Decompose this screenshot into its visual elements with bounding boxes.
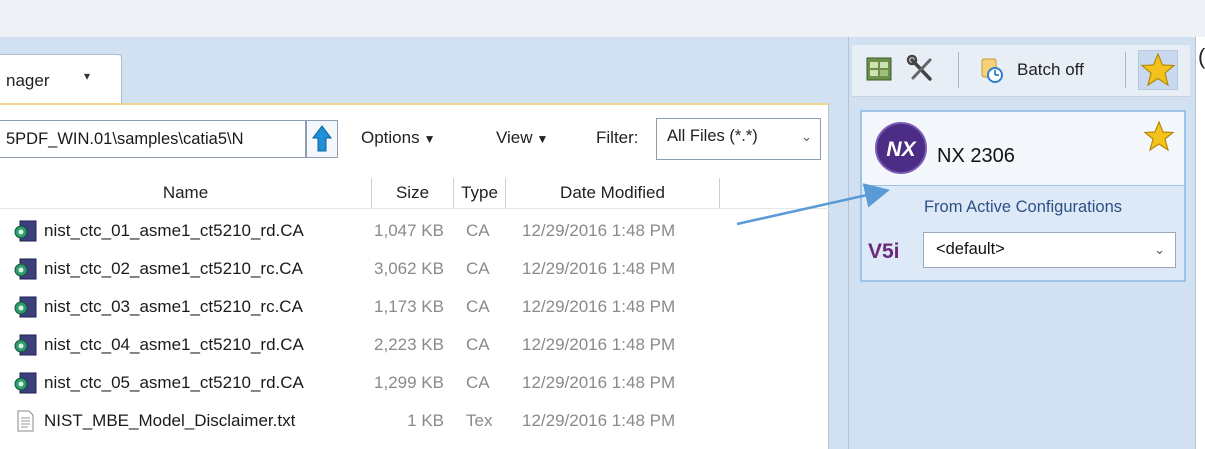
tools-icon[interactable] xyxy=(906,53,936,85)
tab-file-manager[interactable]: nager ▾ xyxy=(0,54,122,104)
file-type: CA xyxy=(466,259,490,278)
file-type: Tex xyxy=(466,411,493,430)
up-arrow-icon xyxy=(312,125,332,152)
card-title: NX 2306 xyxy=(937,145,1015,167)
file-date: 12/29/2016 1:48 PM xyxy=(522,221,676,240)
filter-label: Filter: xyxy=(596,128,639,147)
batch-toggle-label[interactable]: Batch off xyxy=(1017,60,1084,80)
edge-glyph: ( xyxy=(1198,44,1205,69)
catia-file-icon xyxy=(14,372,37,394)
file-type: CA xyxy=(466,297,490,316)
file-name: nist_ctc_01_asme1_ct5210_rd.CA xyxy=(44,221,304,240)
column-header-size[interactable]: Size xyxy=(372,178,454,208)
view-label: View xyxy=(496,128,533,147)
file-size: 2,223 KB xyxy=(374,335,444,354)
file-row[interactable]: nist_ctc_03_asme1_ct5210_rc.CA 1,173 KB CA… xyxy=(0,289,829,327)
column-header-date[interactable]: Date Modified xyxy=(506,178,720,208)
chevron-down-icon: ▼ xyxy=(536,132,549,146)
chevron-down-icon: ▼ xyxy=(423,132,436,146)
file-size: 1 KB xyxy=(407,411,444,430)
file-size: 1,047 KB xyxy=(374,221,444,240)
file-size: 3,062 KB xyxy=(374,259,444,278)
catia-file-icon xyxy=(14,220,37,242)
view-menu[interactable]: View ▼ xyxy=(496,128,548,148)
spreadsheet-icon[interactable] xyxy=(864,53,894,85)
file-date: 12/29/2016 1:48 PM xyxy=(522,411,676,430)
configuration-select[interactable]: <default> ⌄ xyxy=(923,232,1176,268)
file-row[interactable]: nist_ctc_04_asme1_ct5210_rd.CA 2,223 KB CA… xyxy=(0,327,829,365)
star-icon xyxy=(1140,52,1176,87)
file-date: 12/29/2016 1:48 PM xyxy=(522,297,676,316)
up-folder-button[interactable] xyxy=(306,120,338,158)
file-type: CA xyxy=(466,335,490,354)
file-type: CA xyxy=(466,221,490,240)
chevron-down-icon: ⌄ xyxy=(801,129,812,144)
file-name: nist_ctc_02_asme1_ct5210_rc.CA xyxy=(44,259,303,278)
chevron-down-icon: ⌄ xyxy=(1154,242,1165,257)
filter-value: All Files (*.*) xyxy=(667,127,758,145)
favorites-button[interactable] xyxy=(1138,50,1178,90)
filter-select[interactable]: All Files (*.*) ⌄ xyxy=(656,118,821,160)
path-input[interactable]: 5PDF_WIN.01\samples\catia5\N xyxy=(0,120,306,158)
file-date: 12/29/2016 1:48 PM xyxy=(522,335,676,354)
options-label: Options xyxy=(361,128,420,147)
card-subtitle: From Active Configurations xyxy=(923,198,1123,216)
nx-logo-text: NX xyxy=(886,138,917,161)
file-date: 12/29/2016 1:48 PM xyxy=(522,373,676,392)
file-name: nist_ctc_05_asme1_ct5210_rd.CA xyxy=(44,373,304,392)
v5i-badge: V5i xyxy=(868,240,900,263)
catia-file-icon xyxy=(14,258,37,280)
text-file-icon xyxy=(17,410,34,432)
file-row[interactable]: nist_ctc_02_asme1_ct5210_rc.CA 3,062 KB CA… xyxy=(0,251,829,289)
catia-file-icon xyxy=(14,296,37,318)
file-size: 1,173 KB xyxy=(374,297,444,316)
file-name: nist_ctc_03_asme1_ct5210_rc.CA xyxy=(44,297,303,316)
column-header-name[interactable]: Name xyxy=(0,178,372,208)
toolbar-separator xyxy=(1125,52,1126,88)
favorite-star-icon[interactable] xyxy=(1143,120,1175,152)
panel-edge xyxy=(1195,37,1205,449)
catia-file-icon xyxy=(14,334,37,356)
batch-icon[interactable] xyxy=(976,53,1006,85)
file-row[interactable]: NIST_MBE_Model_Disclaimer.txt 1 KB Tex 12/2… xyxy=(0,403,829,441)
column-header-type[interactable]: Type xyxy=(454,178,506,208)
tab-label: nager xyxy=(6,71,50,90)
file-type: CA xyxy=(466,373,490,392)
file-row[interactable]: nist_ctc_05_asme1_ct5210_rd.CA 1,299 KB CA… xyxy=(0,365,829,403)
chevron-down-icon[interactable]: ▾ xyxy=(84,69,90,83)
file-name: nist_ctc_04_asme1_ct5210_rd.CA xyxy=(44,335,304,354)
file-date: 12/29/2016 1:48 PM xyxy=(522,259,676,278)
options-menu[interactable]: Options ▼ xyxy=(361,128,435,148)
configuration-value: <default> xyxy=(936,240,1005,258)
window-top-bar xyxy=(0,0,1205,37)
header-divider xyxy=(0,208,829,209)
file-size: 1,299 KB xyxy=(374,373,444,392)
toolbar-separator xyxy=(958,52,959,88)
file-row[interactable]: nist_ctc_01_asme1_ct5210_rd.CA 1,047 KB CA… xyxy=(0,213,829,251)
nx-logo-icon: NX xyxy=(875,122,927,174)
file-name: NIST_MBE_Model_Disclaimer.txt xyxy=(44,411,296,430)
